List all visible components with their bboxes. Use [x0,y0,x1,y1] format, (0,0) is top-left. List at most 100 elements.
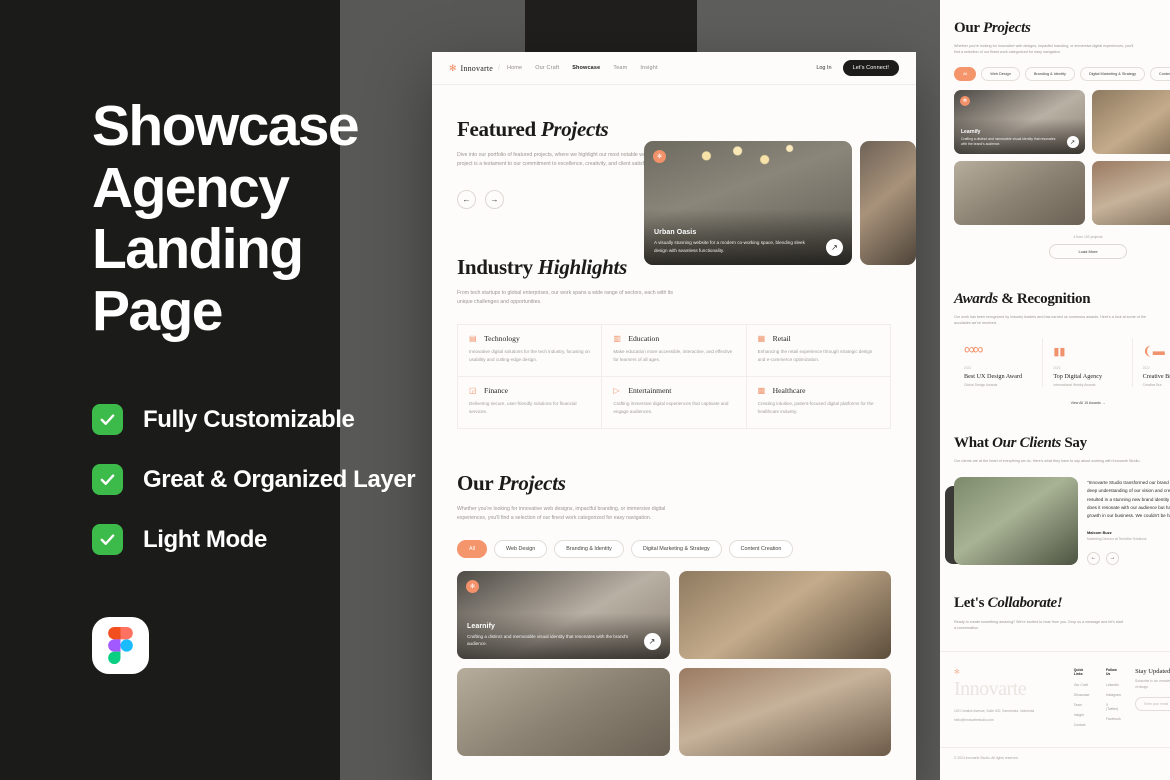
footer-link-linkedin[interactable]: LinkedIn [1106,683,1121,687]
nav-item-home[interactable]: Home [507,65,522,71]
testimonials-section: What Our Clients Say Our clients are at … [940,405,1170,565]
footer-link-instagram[interactable]: Instagram [1106,693,1121,697]
industry-card-healthcare[interactable]: ▩ Healthcare Creating intuitive, patient-… [746,377,891,430]
brand-logo[interactable]: ✻ Innovarte [449,62,493,73]
footer-column-heading: Follow Us [1105,668,1117,677]
tab-web-design[interactable]: Web Design [981,67,1020,82]
testimonial-slide: "Innovarte Studio transformed our brand … [945,476,1170,565]
webby-award-icon: ▮▮ [1053,346,1066,359]
tab-web-design[interactable]: Web Design [494,539,548,558]
footer-link-contact[interactable]: Contact [1074,723,1092,727]
tab-digital-marketing-strategy[interactable]: Digital Marketing & Strategy [630,539,722,558]
project-card-learnify[interactable]: ✻ Learnify Crafting a distinct and memor… [457,570,670,659]
project-card-2[interactable] [678,570,891,659]
navbar: ✻ Innovarte / Home Our Craft Showcase Te… [432,52,916,85]
project-image [1091,90,1170,155]
arrow-up-right-icon[interactable]: ↗ [826,239,843,256]
footer-column-follow-us: Follow Us LinkedIn Instagram X (Twitter)… [1106,668,1121,733]
footer-copyright: © 2024 Innovarte Studio. All rights rese… [940,747,1170,760]
arrow-left-icon[interactable]: ← [1087,551,1100,565]
footer-link-showcase[interactable]: Showcase [1074,693,1092,697]
footer-link-x-twitter[interactable]: X (Twitter) [1106,703,1121,711]
industry-desc: Crafting immersive digital experiences t… [613,401,729,415]
arrow-right-icon[interactable]: → [1106,551,1119,565]
footer-link-facebook[interactable]: Facebook [1106,717,1121,721]
industry-card-finance[interactable]: ◲ Finance Delivering secure, user-friendl… [458,377,603,430]
check-icon [92,524,123,556]
project-image [457,667,670,756]
featured-carousel: ✻ Urban Oasis A visually stunning websit… [644,141,916,265]
newsletter-subtitle: Subscribe to our newsletter for the late… [1135,679,1170,689]
tab-all[interactable]: All [954,67,977,82]
project-desc: A visually stunning website for a modern… [654,240,805,253]
award-year: 2022 [1142,366,1150,371]
award-org: International Webby Awards [1053,383,1096,388]
industry-card-education[interactable]: ▥ Education Make education more accessibl… [602,325,747,378]
arrow-up-right-icon[interactable]: ↗ [1066,136,1079,149]
project-card-4[interactable] [1091,161,1170,226]
tab-content-creation[interactable]: Content Creation [728,539,794,558]
featured-card-urban-oasis[interactable]: ✻ Urban Oasis A visually stunning websit… [644,141,852,265]
industry-card-technology[interactable]: ▤ Technology Innovative digital solutions… [458,325,603,378]
industry-card-retail[interactable]: ▦ Retail Enhancing the retail experience … [746,325,891,378]
testimonials-title: What Our Clients Say [954,435,1087,452]
featured-card-caption: Urban Oasis A visually stunning website … [654,229,818,254]
load-more-button[interactable]: Load More [1049,244,1127,260]
store-icon: ▦ [757,334,766,344]
right-project-filter-tabs: All Web Design Branding & Identity Digit… [954,67,1170,82]
project-image [678,667,891,756]
award-item: ∞∞ 2023 Best UX Design Award Global Desi… [954,338,1044,388]
feature-label: Great & Organized Layer [143,465,416,493]
center-mockup: ✻ Innovarte / Home Our Craft Showcase Te… [432,52,916,780]
nav-item-showcase[interactable]: Showcase [572,65,600,71]
brand-name: Innovarte [460,63,493,73]
industry-card-entertainment[interactable]: ▷ Entertainment Crafting immersive digita… [602,377,747,430]
project-card-learnify[interactable]: ✻ Learnify Crafting a distinct and memor… [954,90,1085,155]
project-card-3[interactable] [954,161,1085,226]
cta-section: Let's Collaborate! Ready to create somet… [940,565,1170,631]
login-link[interactable]: Log In [816,65,831,71]
nav-item-insight[interactable]: Insight [640,65,657,71]
sparkle-icon: ✻ [449,62,457,73]
featured-title: Featured Projects [457,117,609,141]
arrow-up-right-icon[interactable]: ↗ [643,632,661,650]
newsletter-email-input[interactable]: Enter your email [1135,697,1170,712]
footer-column-heading: Quick Links [1073,668,1084,677]
project-card-3[interactable] [457,667,670,756]
tab-content-creation[interactable]: Content Creation [1150,67,1170,82]
nav-item-team[interactable]: Team [613,65,627,71]
awards-title: Awards & Recognition [954,291,1091,308]
footer-email[interactable]: hello@innovartestudio.com [954,718,1060,724]
footer-link-team[interactable]: Team [1074,703,1092,707]
nav-item-our-craft[interactable]: Our Craft [535,65,559,71]
our-projects-section: Our Projects Whether you're looking for … [432,429,916,756]
industry-desc: Innovative digital solutions for the tec… [469,349,590,363]
project-card-4[interactable] [678,667,891,756]
award-item: ▮▮ 2023 Top Digital Agency International… [1043,338,1133,388]
arrow-left-icon[interactable]: ← [457,190,476,210]
industry-name: Healthcare [772,386,806,396]
arrow-right-icon[interactable]: → [485,190,504,210]
footer-link-insight[interactable]: Insight [1074,713,1092,717]
book-icon: ▥ [613,334,621,344]
industry-grid: ▤ Technology Innovative digital solutions… [457,324,891,430]
sparkle-icon: ✻ [466,579,479,593]
creative-award-icon: ❨▬ [1142,344,1165,359]
testimonial-controls: ← → [1087,551,1170,565]
footer-address: 120 Creative Avenue, Suite 400, Samarind… [954,709,1035,714]
project-card-2[interactable] [1091,90,1170,155]
tab-digital-marketing-strategy[interactable]: Digital Marketing & Strategy [1079,67,1146,82]
tab-branding-identity[interactable]: Branding & Identity [1024,67,1075,82]
tab-branding-identity[interactable]: Branding & Identity [554,539,624,558]
award-item: ❨▬ 2022 Creative Br Creative Bra [1133,338,1170,387]
projects-grid: ✻ Learnify Crafting a distinct and memor… [457,570,891,756]
featured-card-next[interactable] [860,141,916,265]
award-org: Global Design Awards [964,383,998,388]
promo-panel: Showcase Agency Landing Page Fully Custo… [0,0,416,780]
footer-link-our-craft[interactable]: Our Craft [1074,683,1092,687]
project-caption: Learnify Crafting a distinct and memorab… [961,129,1061,148]
testimonial-quote: "Innovarte Studio transformed our brand … [1087,479,1170,519]
testimonial-image [954,476,1078,565]
tab-all[interactable]: All [457,539,487,558]
lets-connect-button[interactable]: Let's Connect! [842,60,899,76]
